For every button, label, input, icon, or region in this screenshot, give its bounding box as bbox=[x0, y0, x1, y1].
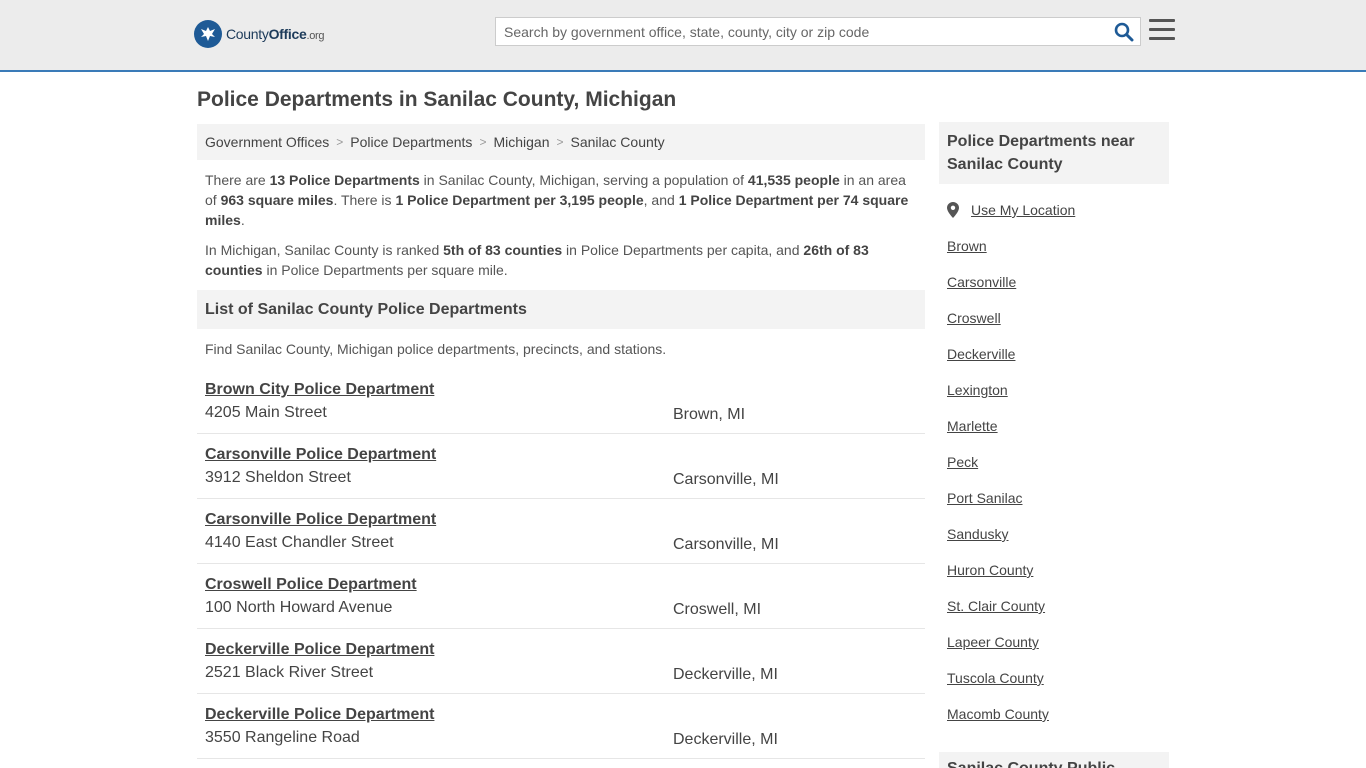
sidebar-link-marlette[interactable]: Marlette bbox=[947, 416, 1161, 452]
breadcrumb-government-offices[interactable]: Government Offices bbox=[205, 134, 329, 150]
department-address: 2521 Black River Street bbox=[205, 664, 374, 681]
department-address: 100 North Howard Avenue bbox=[205, 599, 393, 616]
sidebar-link-huron-county[interactable]: Huron County bbox=[947, 560, 1161, 596]
department-address: 3550 Rangeline Road bbox=[205, 729, 360, 746]
sidebar: Police Departments near Sanilac County U… bbox=[939, 122, 1169, 740]
department-address: 3912 Sheldon Street bbox=[205, 469, 351, 486]
sidebar-link-croswell[interactable]: Croswell bbox=[947, 308, 1161, 344]
department-link[interactable]: Brown City Police Department bbox=[205, 379, 917, 401]
sidebar-link-lapeer-county[interactable]: Lapeer County bbox=[947, 632, 1161, 668]
list-item: Deckerville Police Department 3550 Range… bbox=[197, 694, 925, 759]
chevron-right-icon: > bbox=[479, 135, 487, 149]
sidebar-link-port-sanilac[interactable]: Port Sanilac bbox=[947, 488, 1161, 524]
site-header: CountyOffice.org bbox=[0, 0, 1366, 72]
map-pin-icon bbox=[947, 202, 959, 218]
breadcrumb-sanilac-county: Sanilac County bbox=[570, 134, 665, 150]
use-my-location-link[interactable]: Use My Location bbox=[947, 200, 1161, 236]
main-content: Government Offices > Police Departments … bbox=[197, 124, 925, 759]
department-city: Deckerville, MI bbox=[673, 731, 778, 748]
department-link[interactable]: Deckerville Police Department bbox=[205, 639, 917, 661]
search-icon[interactable] bbox=[1114, 22, 1134, 42]
breadcrumb: Government Offices > Police Departments … bbox=[197, 124, 925, 160]
sidebar-link-st-clair-county[interactable]: St. Clair County bbox=[947, 596, 1161, 632]
search-input[interactable] bbox=[496, 18, 1096, 45]
breadcrumb-police-departments[interactable]: Police Departments bbox=[350, 134, 472, 150]
sidebar-link-carsonville[interactable]: Carsonville bbox=[947, 272, 1161, 308]
sidebar-link-tuscola-county[interactable]: Tuscola County bbox=[947, 668, 1161, 704]
department-city: Carsonville, MI bbox=[673, 536, 779, 553]
intro-text: There are 13 Police Departments in Sanil… bbox=[197, 160, 925, 280]
department-city: Deckerville, MI bbox=[673, 666, 778, 683]
list-item: Brown City Police Department 4205 Main S… bbox=[197, 369, 925, 434]
intro-paragraph-stats: There are 13 Police Departments in Sanil… bbox=[205, 172, 909, 228]
sidebar-heading-public: Sanilac County Public bbox=[939, 752, 1169, 768]
department-link[interactable]: Deckerville Police Department bbox=[205, 704, 917, 726]
department-link[interactable]: Carsonville Police Department bbox=[205, 444, 917, 466]
intro-paragraph-rank: In Michigan, Sanilac County is ranked 5t… bbox=[205, 242, 869, 278]
department-city: Carsonville, MI bbox=[673, 471, 779, 488]
chevron-right-icon: > bbox=[556, 135, 564, 149]
department-city: Brown, MI bbox=[673, 406, 746, 423]
use-my-location-label: Use My Location bbox=[971, 202, 1076, 218]
logo-text: CountyOffice.org bbox=[226, 26, 325, 42]
page-title: Police Departments in Sanilac County, Mi… bbox=[197, 88, 677, 111]
sidebar-link-sandusky[interactable]: Sandusky bbox=[947, 524, 1161, 560]
sidebar-link-deckerville[interactable]: Deckerville bbox=[947, 344, 1161, 380]
sidebar-link-macomb-county[interactable]: Macomb County bbox=[947, 704, 1161, 740]
list-item: Carsonville Police Department 4140 East … bbox=[197, 499, 925, 564]
department-address: 4140 East Chandler Street bbox=[205, 534, 394, 551]
sidebar-link-peck[interactable]: Peck bbox=[947, 452, 1161, 488]
department-link[interactable]: Carsonville Police Department bbox=[205, 509, 917, 531]
list-item: Carsonville Police Department 3912 Sheld… bbox=[197, 434, 925, 499]
list-item: Deckerville Police Department 2521 Black… bbox=[197, 629, 925, 694]
list-heading: List of Sanilac County Police Department… bbox=[197, 290, 925, 329]
list-item: Croswell Police Department 100 North How… bbox=[197, 564, 925, 629]
sidebar-heading: Police Departments near Sanilac County bbox=[939, 122, 1169, 184]
department-address: 4205 Main Street bbox=[205, 404, 327, 421]
hamburger-menu-icon[interactable] bbox=[1149, 19, 1175, 43]
sidebar-link-brown[interactable]: Brown bbox=[947, 236, 1161, 272]
chevron-right-icon: > bbox=[336, 135, 344, 149]
search-box bbox=[495, 17, 1141, 46]
department-list: Brown City Police Department 4205 Main S… bbox=[197, 369, 925, 759]
nearby-links: Use My Location Brown Carsonville Croswe… bbox=[939, 184, 1169, 740]
countyoffice-logo[interactable]: CountyOffice.org bbox=[194, 20, 325, 48]
eagle-icon bbox=[194, 20, 222, 48]
department-city: Croswell, MI bbox=[673, 601, 762, 618]
breadcrumb-michigan[interactable]: Michigan bbox=[493, 134, 549, 150]
list-description: Find Sanilac County, Michigan police dep… bbox=[205, 341, 667, 357]
sidebar-link-lexington[interactable]: Lexington bbox=[947, 380, 1161, 416]
department-link[interactable]: Croswell Police Department bbox=[205, 574, 917, 596]
